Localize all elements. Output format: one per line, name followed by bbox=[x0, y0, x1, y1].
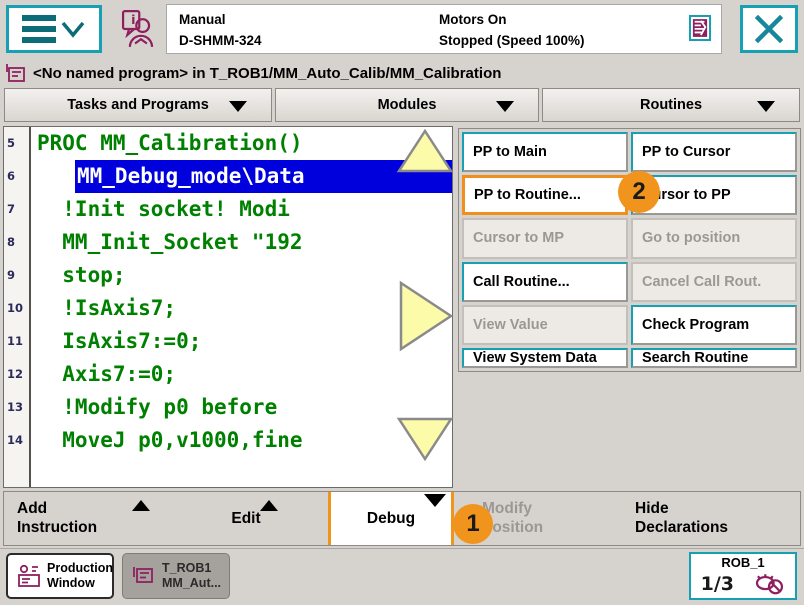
program-file-icon bbox=[6, 64, 25, 82]
step-badge-2: 2 bbox=[618, 171, 660, 213]
hamburger-menu-icon bbox=[22, 15, 56, 43]
line-number: 8 bbox=[7, 235, 16, 249]
line-number: 9 bbox=[7, 268, 16, 282]
code-line[interactable]: IsAxis7:=0; bbox=[33, 325, 452, 358]
line-number-gutter: 5 6 7 8 9 10 11 12 13 14 bbox=[4, 127, 31, 487]
motors-off-icon bbox=[756, 574, 784, 595]
line-number: 14 bbox=[7, 433, 24, 447]
code-line[interactable]: MoveJ p0,v1000,fine bbox=[33, 424, 452, 457]
menu-item-go-to-position: Go to position bbox=[631, 218, 797, 259]
motors-state: Motors On bbox=[439, 12, 507, 27]
close-icon bbox=[754, 14, 784, 44]
menu-item-pp-to-cursor[interactable]: PP to Cursor bbox=[631, 132, 797, 173]
tab-label: Routines bbox=[639, 97, 703, 113]
main-menu-button[interactable] bbox=[6, 5, 102, 53]
hide-declarations-button[interactable]: Hide Declarations bbox=[622, 492, 798, 545]
menu-item-cancel-call-rout: Cancel Call Rout. bbox=[631, 261, 797, 302]
scroll-right-arrow[interactable] bbox=[398, 280, 454, 352]
debug-button[interactable]: Debug bbox=[328, 492, 454, 545]
bottom-toolbar: Add Instruction Edit Debug Modify Positi… bbox=[3, 491, 801, 546]
tab-modules[interactable]: Modules bbox=[275, 88, 539, 122]
modify-position-line2: Position bbox=[482, 519, 544, 536]
code-lines[interactable]: PROC MM_Calibration() MM_Debug_mode\Data… bbox=[33, 127, 452, 487]
menu-item-pp-to-main[interactable]: PP to Main bbox=[462, 132, 628, 173]
taskbar-item-label: T_ROB1 MM_Aut... bbox=[162, 561, 222, 590]
execution-state: Stopped (Speed 100%) bbox=[439, 33, 585, 48]
line-number: 13 bbox=[7, 400, 24, 414]
taskbar-item-program-editor[interactable]: T_ROB1 MM_Aut... bbox=[122, 553, 230, 599]
breadcrumb: <No named program> in T_ROB1/MM_Auto_Cal… bbox=[0, 58, 804, 88]
menu-item-check-program[interactable]: Check Program bbox=[631, 304, 797, 345]
code-line[interactable]: !Modify p0 before bbox=[33, 391, 452, 424]
code-line[interactable]: !Init socket! Modi bbox=[33, 193, 452, 226]
debug-label: Debug bbox=[366, 509, 416, 527]
program-editor-icon bbox=[133, 567, 153, 583]
line-number: 6 bbox=[7, 169, 16, 183]
step-badge-1: 1 bbox=[453, 504, 493, 544]
menu-item-call-routine[interactable]: Call Routine... bbox=[462, 261, 628, 302]
chevron-down-icon bbox=[757, 101, 775, 112]
debug-popup-menu: PP to Main PP to Cursor PP to Routine...… bbox=[458, 128, 801, 372]
robot-name: ROB_1 bbox=[721, 555, 765, 570]
add-instruction-line2: Instruction bbox=[17, 519, 98, 536]
chevron-down-icon bbox=[61, 21, 85, 38]
modify-position-line1: Modify bbox=[482, 500, 532, 517]
quickset-increment: 1/3 bbox=[700, 573, 735, 595]
line-number: 12 bbox=[7, 367, 24, 381]
line-number: 5 bbox=[7, 136, 16, 150]
hide-declarations-line2: Declarations bbox=[635, 519, 729, 536]
status-column-motors: Motors On Stopped (Speed 100%) bbox=[439, 9, 585, 51]
status-column-mode: Manual D-SHMM-324 bbox=[179, 9, 262, 51]
code-line[interactable]: PROC MM_Calibration() bbox=[33, 127, 452, 160]
breadcrumb-text: <No named program> in T_ROB1/MM_Auto_Cal… bbox=[33, 64, 502, 82]
scroll-down-arrow[interactable] bbox=[396, 416, 454, 462]
menu-item-view-value: View Value bbox=[462, 304, 628, 345]
selector-tab-row: Tasks and Programs Modules Routines bbox=[0, 88, 804, 124]
caret-down-icon bbox=[424, 494, 446, 507]
caret-up-icon bbox=[132, 500, 150, 511]
edit-label: Edit bbox=[231, 509, 261, 527]
line-number: 10 bbox=[7, 301, 24, 315]
scroll-up-arrow[interactable] bbox=[396, 128, 454, 174]
code-line[interactable]: MM_Init_Socket "192 bbox=[33, 226, 452, 259]
menu-item-view-system-data[interactable]: View System Data bbox=[462, 348, 628, 368]
menu-item-pp-to-routine[interactable]: PP to Routine... bbox=[462, 175, 628, 216]
close-button[interactable] bbox=[740, 5, 798, 53]
operating-mode: Manual bbox=[179, 12, 226, 27]
robot-status-panel[interactable]: ROB_1 1/3 bbox=[689, 552, 797, 600]
tab-label: Tasks and Programs bbox=[67, 97, 209, 113]
chevron-down-icon bbox=[496, 101, 514, 112]
taskbar-item-label: Production Window bbox=[47, 561, 113, 590]
code-editor[interactable]: 5 6 7 8 9 10 11 12 13 14 PROC MM_Calibra… bbox=[3, 126, 453, 488]
code-line[interactable]: stop; bbox=[33, 259, 452, 292]
add-instruction-button[interactable]: Add Instruction bbox=[4, 492, 164, 545]
taskbar-item-production-window[interactable]: Production Window bbox=[6, 553, 114, 599]
top-status-bar: i Manual D-SHMM-324 Motors On Stopped (S… bbox=[0, 0, 804, 58]
hide-declarations-line1: Hide bbox=[635, 500, 669, 517]
production-window-icon bbox=[18, 564, 40, 587]
line-number: 7 bbox=[7, 202, 16, 216]
svg-text:i: i bbox=[131, 13, 135, 28]
chevron-down-icon bbox=[229, 101, 247, 112]
controller-name: D-SHMM-324 bbox=[179, 33, 262, 48]
menu-item-cursor-to-mp: Cursor to MP bbox=[462, 218, 628, 259]
caret-up-icon bbox=[260, 500, 278, 511]
code-line[interactable]: Axis7:=0; bbox=[33, 358, 452, 391]
menu-item-search-routine[interactable]: Search Routine bbox=[631, 348, 797, 368]
line-number: 11 bbox=[7, 334, 24, 348]
tab-tasks-and-programs[interactable]: Tasks and Programs bbox=[4, 88, 272, 122]
tab-routines[interactable]: Routines bbox=[542, 88, 800, 122]
code-line[interactable]: !IsAxis7; bbox=[33, 292, 452, 325]
operator-info-icon[interactable]: i bbox=[108, 3, 162, 55]
status-panel: Manual D-SHMM-324 Motors On Stopped (Spe… bbox=[166, 4, 722, 54]
flexpendant-screen: i Manual D-SHMM-324 Motors On Stopped (S… bbox=[0, 0, 804, 605]
tab-label: Modules bbox=[377, 97, 437, 113]
program-stopped-icon[interactable] bbox=[689, 15, 711, 41]
edit-button[interactable]: Edit bbox=[164, 492, 328, 545]
taskbar: Production Window T_ROB1 MM_Aut... ROB_1 1… bbox=[0, 548, 804, 605]
